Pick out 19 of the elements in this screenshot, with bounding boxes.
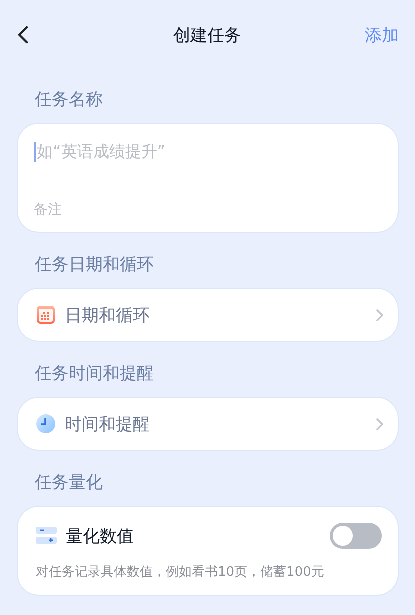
date-repeat-row[interactable]: 日期和循环 [17, 288, 399, 342]
clock-icon [36, 414, 56, 434]
note-field[interactable]: 备注 [34, 202, 354, 218]
add-button[interactable]: 添加 [365, 24, 399, 46]
section-label: 任务时间和提醒 [34, 363, 155, 386]
calendar-icon [36, 305, 56, 325]
quantity-description: 对任务记录具体数值，例如看书10页，储蓄100元 [36, 564, 326, 581]
quantity-label: 量化数值 [66, 526, 135, 548]
task-name-field[interactable]: 如“英语成绩提升” [37, 142, 357, 162]
section-label: 任务名称 [34, 89, 104, 112]
screen-title: 创建任务 [174, 24, 242, 46]
section-label: 任务量化 [34, 472, 104, 495]
counter-icon [36, 527, 57, 545]
toggle-switch[interactable] [330, 523, 382, 549]
chevron-right-icon [376, 308, 384, 322]
chevron-right-icon [376, 418, 384, 430]
time-reminder-row[interactable]: 时间和提醒 [17, 397, 399, 451]
section-label: 任务日期和循环 [34, 254, 155, 277]
back-icon [17, 26, 29, 44]
